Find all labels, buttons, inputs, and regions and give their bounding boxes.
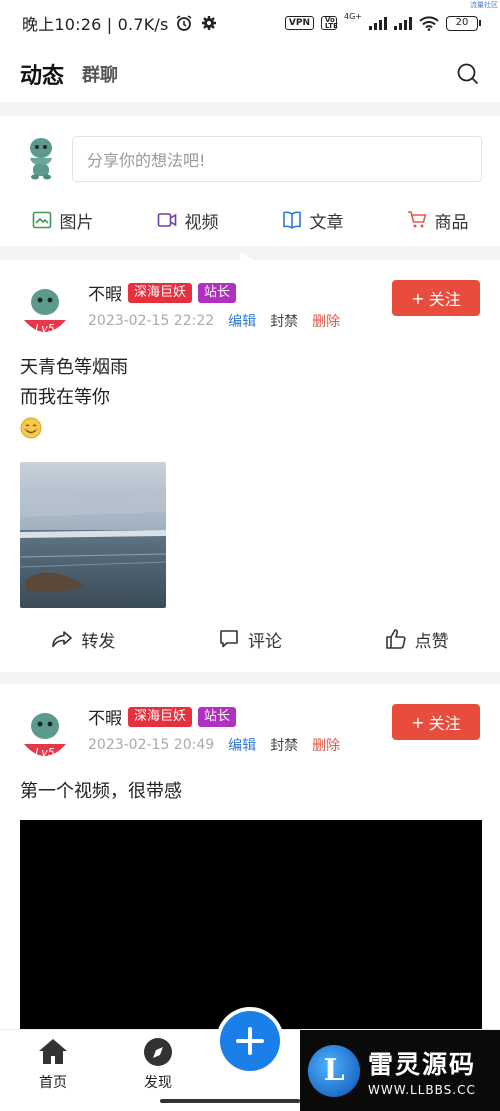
home-icon [39, 1039, 67, 1064]
share-thought-input[interactable]: 分享你的想法吧! [72, 136, 482, 182]
post-photo[interactable] [20, 462, 166, 608]
comment-icon [220, 630, 238, 648]
site-watermark: L 雷灵源码 WWW.LLBBS.CC [300, 1030, 500, 1111]
title-badge: 深海巨妖 [128, 706, 193, 727]
follow-button[interactable]: + 关注 [392, 280, 480, 316]
author-avatar[interactable]: Lv5 [20, 706, 70, 762]
role-badge: 站长 [198, 706, 237, 727]
post-article-label: 文章 [309, 212, 344, 233]
feed-post: Lv5 不暇 深海巨妖 站长 2023-02-15 20:49 编辑 封禁 删除… [0, 684, 500, 1029]
nav-home-label: 首页 [39, 1075, 67, 1091]
signal-strength-2-icon [394, 16, 412, 30]
follow-label: 关注 [428, 290, 461, 309]
video-player[interactable] [20, 820, 482, 1029]
edit-link[interactable]: 编辑 [228, 311, 256, 331]
cart-icon [407, 211, 427, 228]
author-name[interactable]: 不暇 [88, 280, 122, 305]
fab-circle [220, 1011, 280, 1071]
book-icon [282, 211, 301, 229]
watermark-text: 雷灵源码 WWW.LLBBS.CC [368, 1045, 476, 1097]
comment-label: 评论 [248, 631, 282, 652]
delete-link[interactable]: 删除 [312, 735, 340, 755]
watermark-logo-letter: L [323, 1053, 345, 1088]
status-bar: 晚上10:26 | 0.7K/s VPN Vo LTE 4G+ 20 流量社区 [0, 0, 500, 46]
alarm-icon [176, 15, 191, 31]
feed-post: Lv5 不暇 深海巨妖 站长 2023-02-15 22:22 编辑 封禁 删除… [0, 260, 500, 672]
author-name[interactable]: 不暇 [88, 704, 122, 729]
video-icon [157, 213, 176, 227]
watermark-logo: L [308, 1044, 360, 1097]
share-label: 转发 [81, 631, 116, 652]
nav-discover-label: 发现 [144, 1075, 172, 1091]
watermark-title: 雷灵源码 [368, 1049, 477, 1079]
corner-tag: 流量社区 [470, 1, 498, 9]
post-text: 第一个视频，很带感 [20, 781, 182, 802]
battery-level: 20 [455, 16, 469, 28]
post-meta: 2023-02-15 22:22 编辑 封禁 删除 [88, 311, 340, 331]
post-meta: 2023-02-15 20:49 编辑 封禁 删除 [88, 735, 340, 755]
like-button[interactable]: 点赞 [333, 622, 500, 656]
watermark-url: WWW.LLBBS.CC [368, 1082, 476, 1097]
post-actions: 转发 评论 点赞 [0, 622, 500, 656]
input-placeholder: 分享你的想法吧! [87, 151, 206, 170]
create-post-fab[interactable] [216, 1007, 284, 1075]
wifi-icon [419, 15, 439, 31]
app-header: 动态 群聊 [0, 46, 500, 102]
smile-emoji-icon [20, 417, 42, 439]
plus-icon [236, 1027, 264, 1055]
post-video-label: 视频 [184, 212, 219, 233]
gesture-home-bar[interactable] [160, 1099, 300, 1103]
tab-feed[interactable]: 动态 [20, 58, 64, 90]
composer-actions: 图片 视频 文章 商品 [0, 200, 500, 240]
plus-icon: + [411, 712, 425, 732]
post-product-button[interactable]: 商品 [375, 200, 500, 240]
follow-button[interactable]: + 关注 [392, 704, 480, 740]
comment-button[interactable]: 评论 [167, 622, 334, 656]
post-article-button[interactable]: 文章 [250, 200, 375, 240]
ban-link[interactable]: 封禁 [270, 311, 298, 331]
level-badge: Lv5 [35, 322, 55, 335]
author-name-row: 不暇 深海巨妖 站长 [88, 704, 237, 729]
battery-icon: 20 [446, 15, 481, 31]
status-time: 晚上10:26 | 0.7K/s [22, 15, 169, 34]
user-avatar[interactable] [22, 134, 60, 180]
nav-discover[interactable]: 发现 [128, 1036, 188, 1092]
play-icon[interactable] [238, 250, 266, 284]
vpn-indicator: VPN [284, 16, 314, 30]
post-text-line: 而我在等你 [20, 387, 110, 408]
title-badge: 深海巨妖 [128, 282, 193, 303]
signal-strength-icon [369, 16, 387, 30]
follow-label: 关注 [428, 714, 461, 733]
post-date: 2023-02-15 22:22 [88, 313, 215, 329]
tab-group-chat[interactable]: 群聊 [82, 61, 118, 87]
post-text: 天青色等烟雨 而我在等你 [20, 353, 128, 439]
role-badge: 站长 [198, 282, 237, 303]
share-button[interactable]: 转发 [0, 622, 167, 656]
post-video-button[interactable]: 视频 [125, 200, 250, 240]
volte-indicator: Vo LTE [321, 16, 338, 30]
post-image-button[interactable]: 图片 [0, 200, 125, 240]
thumbs-up-icon [385, 629, 406, 649]
plus-icon: + [411, 288, 425, 308]
post-product-label: 商品 [434, 212, 469, 233]
delete-link[interactable]: 删除 [312, 311, 340, 331]
like-label: 点赞 [414, 631, 449, 652]
author-avatar[interactable]: Lv5 [20, 282, 70, 338]
search-icon[interactable] [456, 62, 480, 86]
post-composer: 分享你的想法吧! 图片 视频 文章 商品 [0, 116, 500, 246]
settings-gear-icon [201, 16, 216, 30]
compass-icon [144, 1038, 172, 1066]
post-image-label: 图片 [59, 212, 94, 233]
network-type: 4G+ [344, 11, 362, 21]
edit-link[interactable]: 编辑 [228, 735, 256, 755]
ban-link[interactable]: 封禁 [270, 735, 298, 755]
post-date: 2023-02-15 20:49 [88, 737, 215, 753]
post-text-line: 天青色等烟雨 [20, 357, 128, 378]
author-name-row: 不暇 深海巨妖 站长 [88, 280, 237, 305]
share-icon [52, 631, 73, 648]
nav-home[interactable]: 首页 [23, 1036, 83, 1092]
image-icon [32, 211, 51, 229]
level-badge: Lv5 [35, 746, 55, 759]
